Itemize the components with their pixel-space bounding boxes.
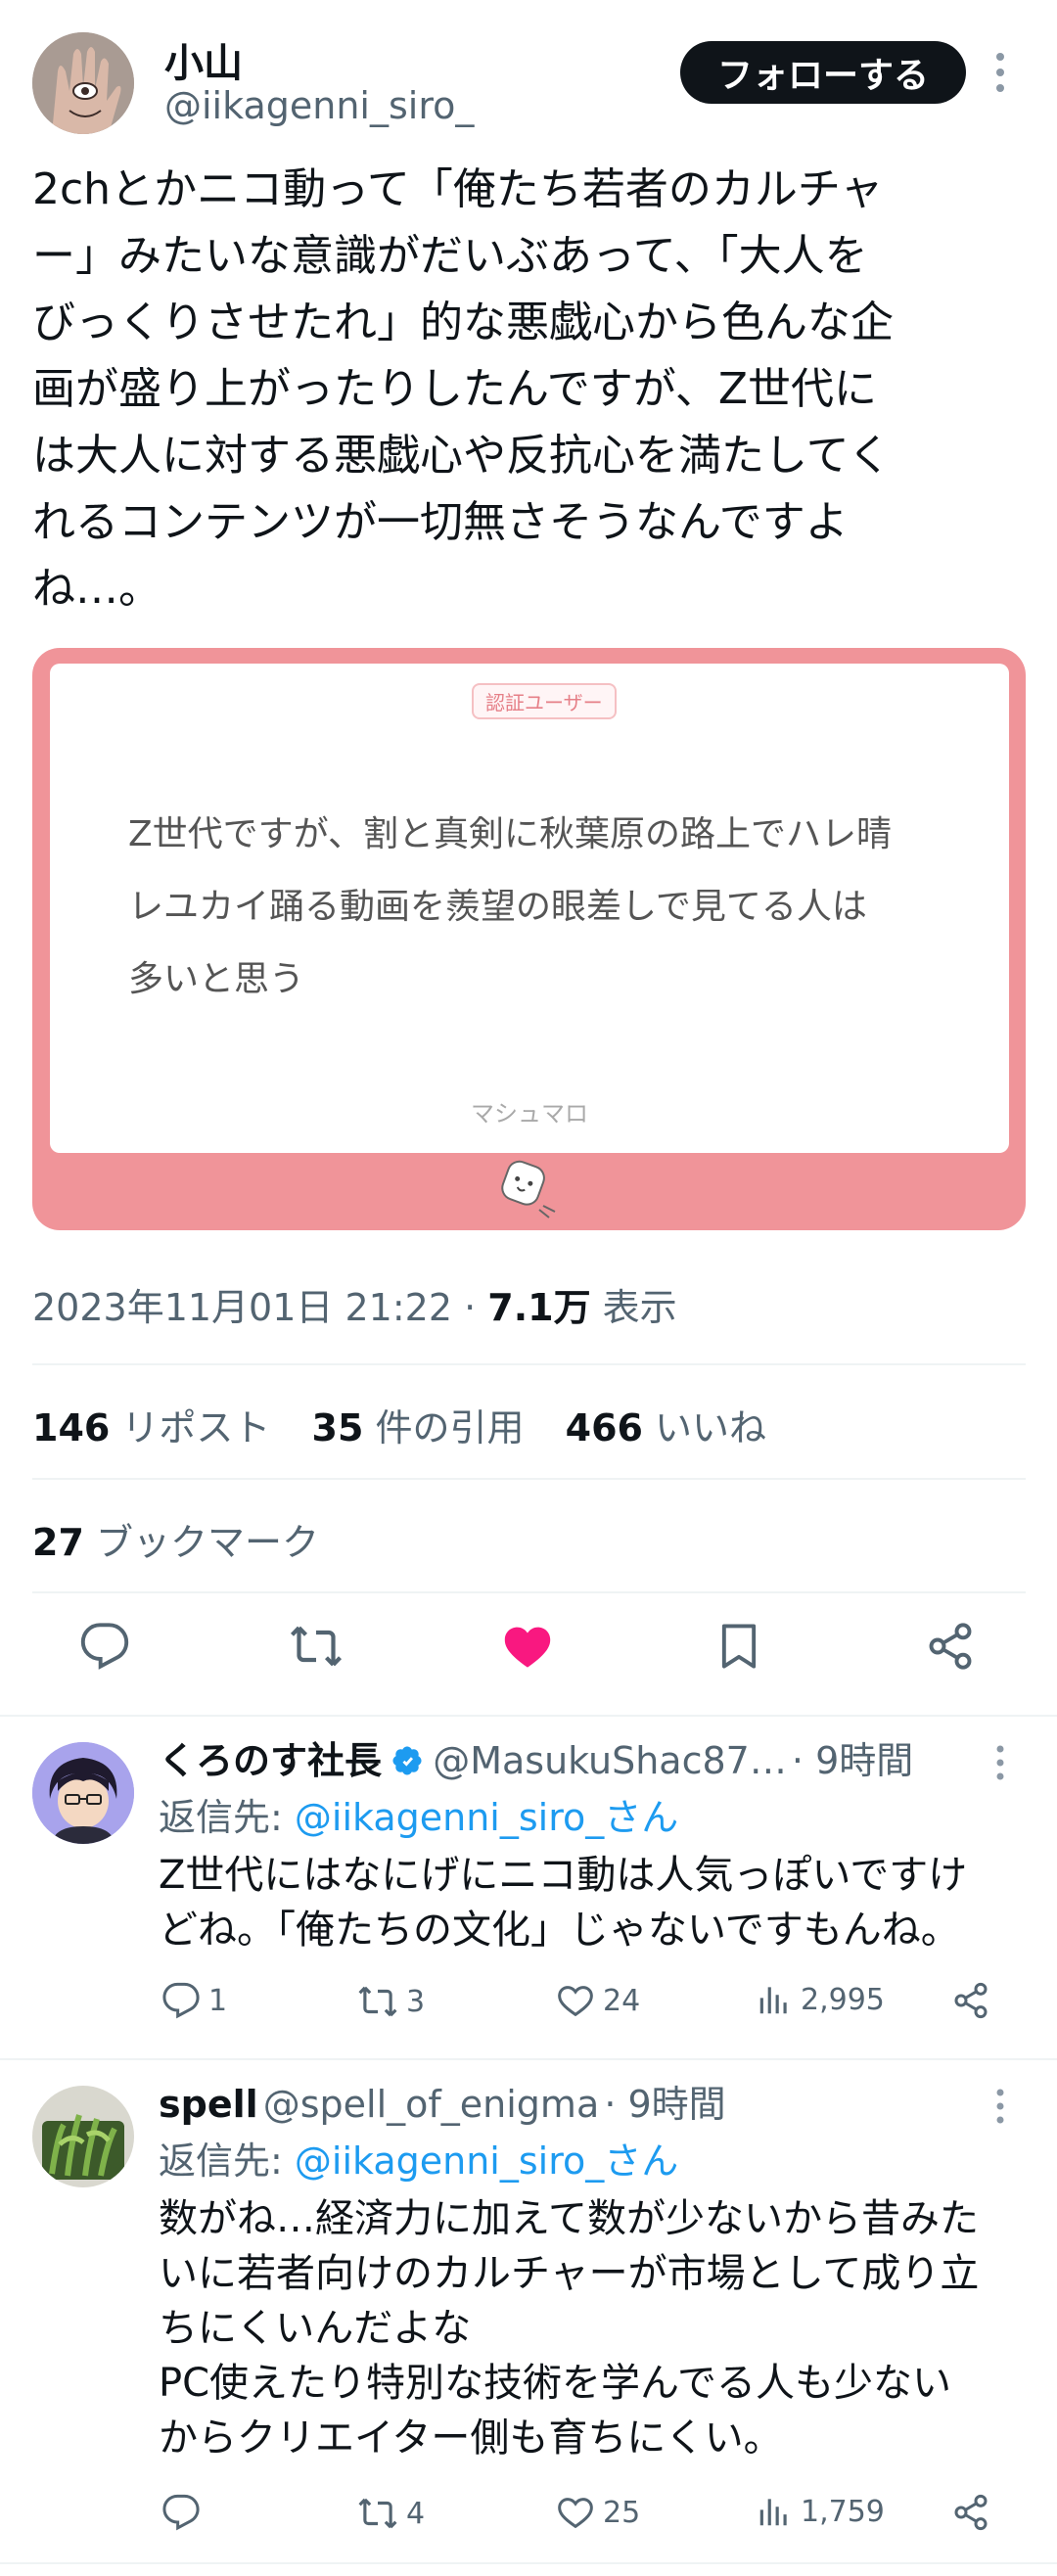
reply-time[interactable]: · 9時間 — [604, 2083, 725, 2126]
divider — [0, 2562, 1057, 2564]
bookmark-icon[interactable] — [708, 1615, 770, 1678]
likes-stat[interactable]: 466 いいね — [566, 1406, 796, 1449]
views-count: 7.1万 — [487, 1286, 591, 1329]
bookmarks-stat[interactable]: 27 ブックマーク — [32, 1512, 319, 1566]
repost-icon[interactable] — [285, 1615, 347, 1678]
reply-repost-button[interactable]: 3 — [357, 1981, 425, 2022]
tweet-text: 2chとかニコ動って「俺たち若者のカルチャ ー」みたいな意識がだいぶあって、「大… — [32, 164, 894, 614]
views-count: 1,759 — [801, 2494, 885, 2529]
verified-badge-icon — [391, 1744, 424, 1781]
views-icon — [759, 2499, 787, 2526]
reply-text: Z世代にはなにげにニコ動は人気っぽいですけ どね。「俺たちの文化」じゃないですも… — [159, 1853, 968, 1953]
repost-count: 4 — [406, 2496, 426, 2531]
like-count: 24 — [603, 1983, 641, 2018]
share-icon[interactable] — [919, 1615, 982, 1678]
reply-icon — [162, 1982, 200, 2019]
card-brand-label: マシュマロ — [471, 1100, 588, 1127]
reply-reply-button[interactable] — [161, 2493, 208, 2532]
reply-text: 数がね…経済力に加えて数が少ないから昔みた いに若者向けのカルチャーが市場として… — [159, 2196, 980, 2461]
repost-icon — [358, 2498, 397, 2529]
reply-to-handle-link[interactable]: @iikagenni_siro_さん — [295, 2139, 678, 2183]
marshmallow-icon — [492, 1151, 561, 1219]
reply-more-icon[interactable] — [993, 1744, 1007, 1785]
card-question-text: Z世代ですが、割と真剣に秋葉原の路上でハレ晴 レユカイ踊る動画を羨望の眼差しで見… — [128, 814, 892, 999]
views-icon — [759, 1987, 787, 2014]
views-label: 表示 — [590, 1286, 677, 1329]
reply-like-button[interactable]: 24 — [556, 1981, 640, 2020]
divider — [32, 1478, 1026, 1480]
repost-icon — [358, 1986, 397, 2017]
repost-count: 3 — [406, 1984, 426, 2019]
reply-header: spell @spell_of_enigma · 9時間 — [159, 2074, 726, 2128]
timestamp-text: 2023年11月01日 21:22 · — [32, 1286, 488, 1329]
tweet-action-bar — [0, 1615, 1057, 1693]
reply-icon[interactable] — [73, 1615, 136, 1678]
reply-to-label: 返信先: — [159, 1796, 295, 1839]
like-icon — [558, 1986, 593, 2017]
reply-share-button[interactable] — [951, 2493, 998, 2532]
card-inner: 認証ユーザー Z世代ですが、割と真剣に秋葉原の路上でハレ晴 レユカイ踊る動画を羨… — [50, 664, 1009, 1153]
tweet-timestamp[interactable]: 2023年11月01日 21:22 · 7.1万 表示 — [32, 1277, 677, 1331]
divider — [32, 1363, 1026, 1365]
marshmallow-card[interactable]: 認証ユーザー Z世代ですが、割と真剣に秋葉原の路上でハレ晴 レユカイ踊る動画を羨… — [32, 648, 1026, 1230]
reply-author-handle[interactable]: @spell_of_enigma — [263, 2083, 599, 2126]
reply-avatar[interactable] — [32, 1742, 134, 1844]
author-handle[interactable]: @iikagenni_siro_ — [164, 84, 474, 127]
reply-more-icon[interactable] — [993, 2088, 1007, 2129]
divider — [32, 1591, 1026, 1593]
author-avatar[interactable] — [32, 32, 134, 134]
reply-count: 1 — [208, 1983, 228, 2018]
author-name[interactable]: 小山 — [164, 31, 243, 88]
reply-to-line: 返信先: @iikagenni_siro_さん — [159, 1787, 678, 1841]
reply-to-label: 返信先: — [159, 2139, 295, 2183]
reply-share-button[interactable] — [951, 1981, 998, 2020]
reply-like-button[interactable]: 25 — [556, 2493, 640, 2532]
quotes-stat[interactable]: 35 件の引用 — [312, 1406, 554, 1449]
engagement-stats: 146 リポスト 35 件の引用 466 いいね — [32, 1398, 796, 1451]
reply-item[interactable]: くろのす社長 @MasukuShac87… · 9時間 返信先: @iikage… — [0, 1717, 1057, 2054]
more-options-icon[interactable] — [993, 51, 1007, 98]
reposts-stat[interactable]: 146 リポスト — [32, 1406, 299, 1449]
reply-views-button[interactable]: 1,759 — [756, 2493, 885, 2530]
views-count: 2,995 — [801, 1982, 885, 2017]
share-icon — [954, 2494, 988, 2531]
like-count: 25 — [603, 2495, 641, 2530]
verified-user-badge: 認証ユーザー — [472, 683, 617, 719]
follow-button[interactable]: フォローする — [680, 41, 966, 104]
reply-author-name[interactable]: くろのす社長 — [159, 1739, 382, 1782]
like-icon — [558, 2498, 593, 2529]
like-icon-active[interactable] — [496, 1615, 559, 1678]
reply-author-name[interactable]: spell — [159, 2083, 258, 2126]
reply-views-button[interactable]: 2,995 — [756, 1981, 885, 2018]
reply-to-line: 返信先: @iikagenni_siro_さん — [159, 2131, 678, 2185]
reply-header: くろのす社長 @MasukuShac87… · 9時間 — [159, 1730, 913, 1784]
reply-icon — [162, 2494, 200, 2531]
reply-author-handle[interactable]: @MasukuShac87… — [433, 1739, 787, 1782]
reply-to-handle-link[interactable]: @iikagenni_siro_さん — [295, 1796, 678, 1839]
reply-item[interactable]: spell @spell_of_enigma · 9時間 返信先: @iikag… — [0, 2060, 1057, 2576]
reply-time[interactable]: · 9時間 — [792, 1739, 913, 1782]
reply-reply-button[interactable]: 1 — [161, 1981, 227, 2020]
share-icon — [954, 1982, 988, 2019]
reply-avatar[interactable] — [32, 2086, 134, 2187]
reply-repost-button[interactable]: 4 — [357, 2493, 425, 2534]
